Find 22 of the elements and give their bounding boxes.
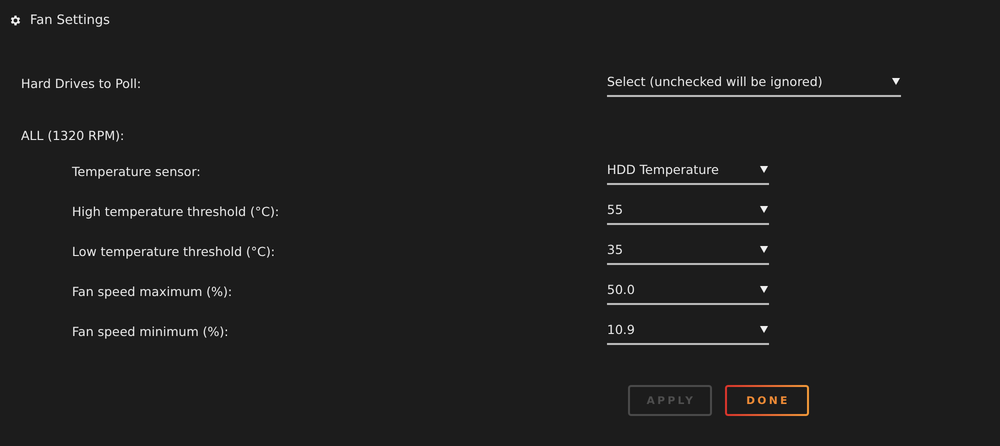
field-label: High temperature threshold (°C): <box>71 204 280 218</box>
settings-icon <box>9 14 22 26</box>
dropdown[interactable]: 55 <box>607 197 769 225</box>
dropdown[interactable]: Select (unchecked will be ignored) <box>607 69 901 97</box>
dropdown[interactable]: 35 <box>607 237 769 265</box>
field-label: Fan speed maximum (%): <box>71 284 234 298</box>
done-button[interactable]: DONE <box>725 385 809 416</box>
caret-icon <box>760 165 768 173</box>
field-label: Temperature sensor: <box>71 164 202 178</box>
field-label: Low temperature threshold (°C): <box>71 244 276 258</box>
caret-icon <box>760 325 768 333</box>
group-label: ALL (1320 RPM): <box>21 128 124 142</box>
caret-icon <box>760 205 768 213</box>
dropdown[interactable]: 10.9 <box>607 317 769 345</box>
caret-icon <box>760 245 768 253</box>
caret-icon <box>760 285 768 293</box>
dropdown[interactable]: 50.0 <box>607 277 769 305</box>
caret-icon <box>892 77 900 85</box>
dropdown[interactable]: HDD Temperature <box>607 157 769 185</box>
field-label: Hard Drives to Poll: <box>20 76 142 90</box>
field-label: Fan speed minimum (%): <box>71 324 230 338</box>
panel-title: Fan Settings <box>30 12 110 28</box>
